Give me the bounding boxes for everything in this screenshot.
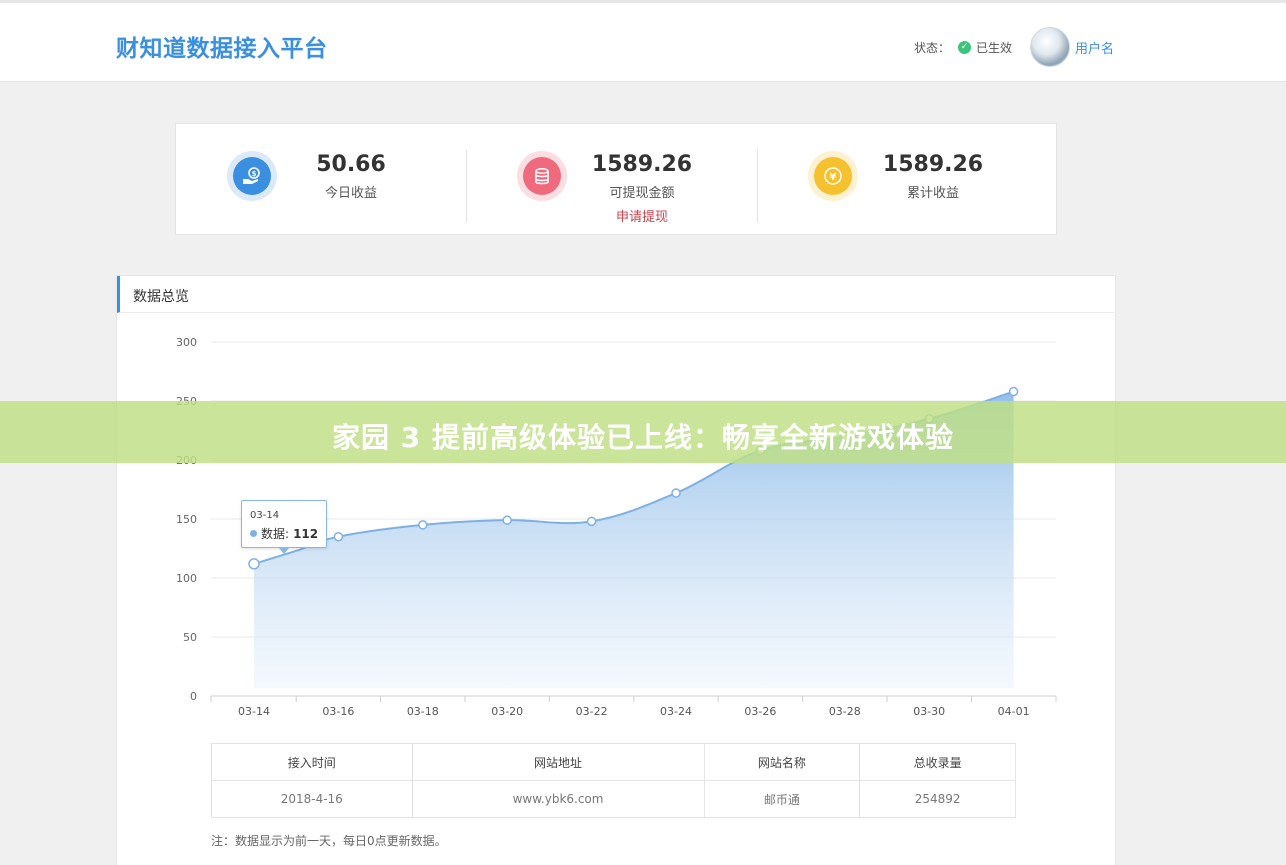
app-logo[interactable]: 财知道数据接入平台	[116, 29, 328, 63]
stat-withdrawable: 1589.26 可提现金额 申请提现	[467, 124, 757, 234]
stat-value: 50.66	[316, 152, 386, 177]
stat-today-earnings: $ 50.66 今日收益	[176, 124, 466, 234]
username-link[interactable]: 用户名	[1075, 38, 1114, 57]
stat-total-earnings: ¥ 1589.26 累计收益	[758, 124, 1056, 234]
table-header-cell: 网站名称	[703, 743, 861, 781]
status-value: 已生效	[976, 41, 1013, 55]
top-bar: 财知道数据接入平台 状态： ✓ 已生效 用户名	[0, 0, 1286, 82]
panel-title: 数据总览	[133, 289, 189, 305]
table-cell: 254892	[859, 780, 1016, 818]
avatar[interactable]	[1030, 27, 1070, 67]
tooltip-value: 112	[293, 526, 319, 541]
table-header-cell: 接入时间	[211, 743, 413, 781]
status-label: 状态：	[914, 41, 951, 55]
coin-stack-icon	[517, 151, 567, 201]
footnote: 注：数据显示为前一天，每日0点更新数据。	[211, 834, 447, 848]
check-circle-icon: ✓	[958, 41, 972, 54]
promo-banner[interactable]: 家园 3 提前高级体验已上线：畅享全新游戏体验	[0, 401, 1286, 463]
table-row: 2018-4-16 www.ybk6.com 邮币通 254892	[211, 780, 1016, 818]
apply-withdraw-link[interactable]: 申请提现	[582, 206, 702, 225]
site-info-table: 接入时间 网站地址 网站名称 总收录量 2018-4-16 www.ybk6.c…	[211, 743, 1016, 818]
table-header-cell: 总收录量	[859, 743, 1016, 781]
tooltip-date: 03-14	[250, 510, 280, 521]
stat-value: 1589.26	[882, 152, 984, 177]
table-cell: www.ybk6.com	[411, 780, 705, 818]
yen-coin-icon: ¥	[808, 151, 858, 201]
stat-value: 1589.26	[591, 152, 693, 177]
tooltip-series-label: 数据	[261, 527, 286, 541]
status-indicator: 状态： ✓ 已生效	[914, 39, 1012, 56]
banner-text: 家园 3 提前高级体验已上线：畅享全新游戏体验	[332, 421, 954, 454]
table-cell: 2018-4-16	[211, 780, 413, 818]
user-menu[interactable]: 用户名	[1030, 27, 1114, 67]
hand-money-icon: $	[227, 151, 277, 201]
table-header-row: 接入时间 网站地址 网站名称 总收录量	[211, 743, 1016, 781]
tooltip-row: 数据: 112	[250, 525, 318, 542]
panel-header: 数据总览	[117, 276, 1115, 313]
chart-tooltip: 03-14 数据: 112	[241, 500, 327, 554]
stat-label: 可提现金额	[609, 186, 675, 201]
svg-text:¥: ¥	[830, 172, 837, 183]
tooltip-arrow	[278, 547, 290, 554]
table-cell: 邮币通	[703, 780, 861, 818]
svg-text:$: $	[252, 170, 257, 178]
stats-card: $ 50.66 今日收益 1589.26 可提现金额 申请提现 ¥ 1589.2…	[175, 123, 1057, 235]
stat-label: 今日收益	[324, 186, 377, 201]
table-header-cell: 网站地址	[411, 743, 705, 781]
stat-label: 累计收益	[906, 186, 959, 201]
series-dot-icon	[250, 530, 257, 537]
